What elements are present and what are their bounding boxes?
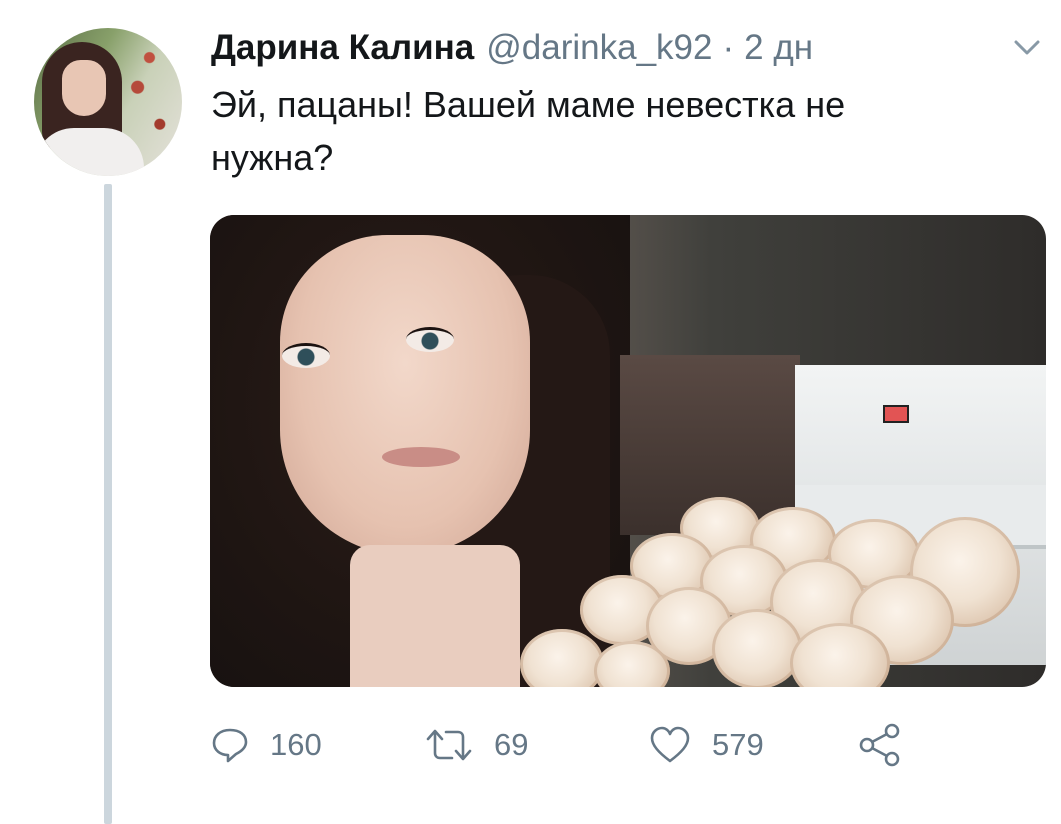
share-button[interactable] bbox=[858, 715, 922, 775]
photo-pastry-tray bbox=[510, 497, 1046, 687]
tweet-photo[interactable] bbox=[210, 215, 1046, 687]
stove-display bbox=[883, 405, 909, 423]
photo-left-eye bbox=[282, 343, 330, 368]
photo-right-eye bbox=[406, 327, 454, 352]
retweet-button[interactable]: 69 bbox=[424, 715, 528, 775]
reply-button[interactable]: 160 bbox=[210, 715, 322, 775]
pastry-roll bbox=[520, 629, 604, 687]
photo-face bbox=[280, 235, 530, 555]
chevron-down-icon[interactable] bbox=[1012, 36, 1042, 60]
avatar[interactable] bbox=[34, 28, 182, 176]
photo-lips bbox=[382, 447, 460, 467]
photo-neck bbox=[350, 545, 520, 687]
tweet-text: Эй, пацаны! Вашей маме невестка не нужна… bbox=[211, 84, 846, 178]
retweet-icon bbox=[426, 729, 472, 761]
author-handle[interactable]: @darinka_k92 bbox=[486, 28, 712, 68]
share-icon bbox=[859, 723, 900, 767]
tweet-actions: 160 69 579 bbox=[210, 715, 970, 775]
tweet-header: Дарина Калина @darinka_k92 · 2 дн bbox=[211, 28, 813, 68]
separator-dot: · bbox=[722, 28, 735, 67]
like-button[interactable]: 579 bbox=[648, 715, 764, 775]
retweet-count: 69 bbox=[494, 727, 529, 762]
author-name[interactable]: Дарина Калина bbox=[211, 28, 474, 68]
reply-icon bbox=[212, 728, 248, 763]
heart-icon bbox=[650, 726, 690, 763]
avatar-shirt bbox=[34, 128, 144, 176]
like-count: 579 bbox=[712, 727, 764, 762]
tweet[interactable]: Дарина Калина @darinka_k92 · 2 дн Эй, па… bbox=[0, 0, 1061, 824]
reply-count: 160 bbox=[270, 727, 322, 762]
thread-line bbox=[104, 184, 112, 824]
avatar-face bbox=[62, 60, 106, 116]
timestamp[interactable]: 2 дн bbox=[744, 28, 813, 68]
pastry-roll bbox=[712, 609, 802, 687]
